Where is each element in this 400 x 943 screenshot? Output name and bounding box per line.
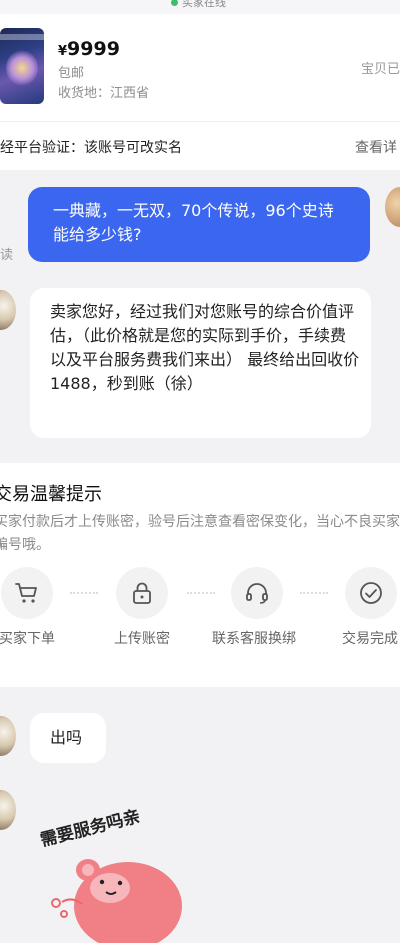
seller-avatar[interactable] — [0, 716, 16, 756]
read-receipt: 读 — [0, 248, 14, 263]
headset-icon — [246, 583, 268, 604]
tips-description: 买家付款后才上传账密，验号后注意查看密保变化，当心不良买家骗号哦。 — [0, 514, 400, 553]
step-connector — [70, 592, 98, 594]
pink-bear-sticker[interactable]: 需要服务吗亲 — [40, 806, 185, 943]
tips-title: 交易温馨提示 — [0, 484, 102, 505]
product-thumbnail[interactable] — [0, 28, 44, 104]
step-buyer-order — [1, 567, 53, 619]
followup-message-bubble[interactable]: 出吗 — [30, 713, 106, 763]
step-trade-complete — [345, 567, 397, 619]
lock-icon — [133, 582, 151, 604]
product-price: ¥9999 — [58, 38, 120, 60]
step-label: 上传账密 — [114, 631, 170, 647]
step-connector — [187, 592, 215, 594]
online-status-text: 买家在线 — [182, 0, 226, 9]
sticker-text: 需要服务吗亲 — [40, 806, 142, 851]
step-contact-service — [231, 567, 283, 619]
step-upload-credentials — [116, 567, 168, 619]
seller-avatar[interactable] — [0, 790, 16, 830]
step-label: 交易完成 — [342, 631, 398, 647]
seller-avatar[interactable] — [0, 290, 16, 330]
step-connector — [300, 592, 328, 594]
product-status-text: 宝贝已 — [361, 62, 400, 77]
shipping-label: 包邮 — [58, 66, 85, 81]
online-dot-icon — [171, 0, 178, 6]
buyer-online-status: 买家在线 — [0, 0, 400, 14]
view-details-link[interactable]: 查看详 — [355, 137, 397, 157]
step-label: 买家下单 — [0, 631, 55, 647]
ship-location: 收货地：江西省 — [58, 86, 150, 101]
step-label: 联系客服换绑 — [212, 631, 296, 647]
my-message-bubble[interactable]: 一典藏，一无双，70个传说，96个史诗 能给多少钱? — [28, 187, 370, 262]
cart-icon — [15, 583, 37, 603]
check-circle-icon — [360, 582, 382, 604]
verify-text: 经平台验证：该账号可改实名 — [0, 140, 182, 156]
my-avatar[interactable] — [385, 187, 400, 227]
seller-message-bubble[interactable]: 卖家您好，经过我们对您账号的综合价值评估，（此价格就是您的实际到手价，手续费以及… — [30, 288, 371, 438]
